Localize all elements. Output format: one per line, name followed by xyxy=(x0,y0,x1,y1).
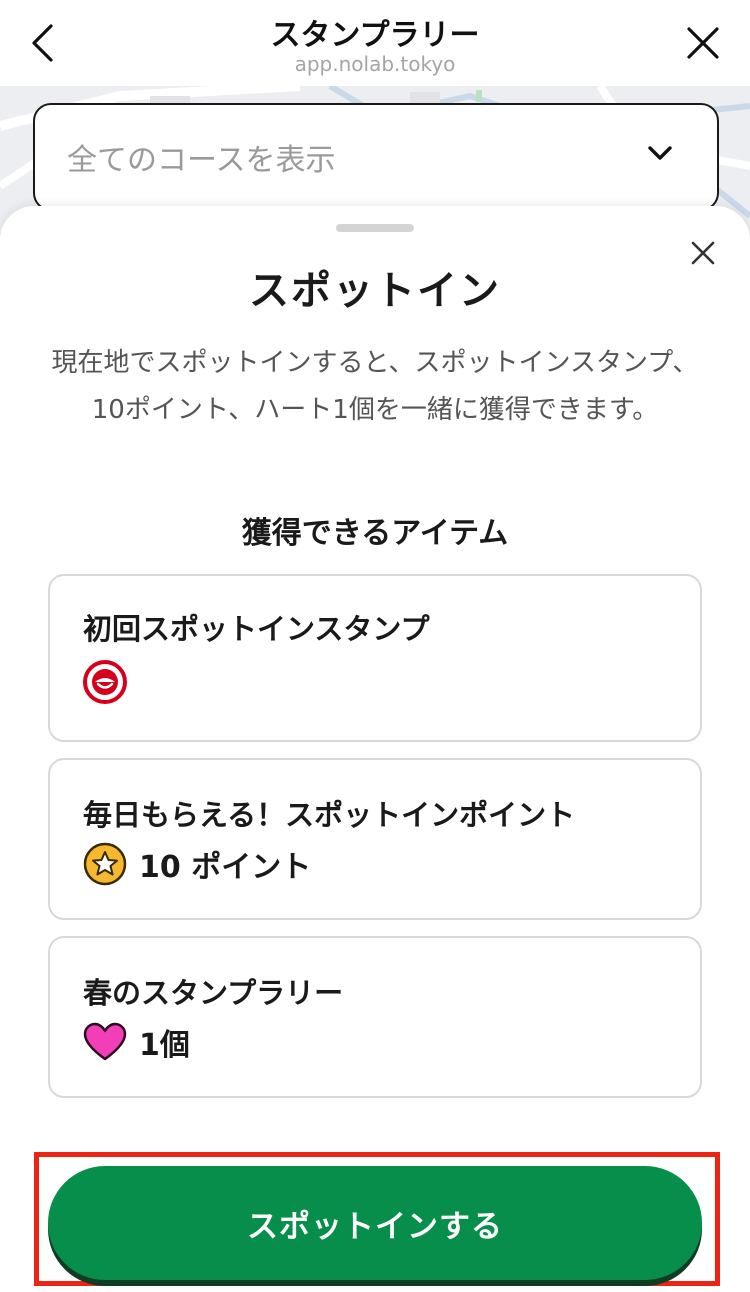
reward-item-title: 初回スポットインスタンプ xyxy=(83,612,430,646)
close-button[interactable] xyxy=(678,18,728,68)
heart-icon xyxy=(83,1022,127,1061)
sheet-grabber[interactable] xyxy=(336,224,414,232)
items-heading: 獲得できるアイテム xyxy=(241,516,509,551)
spot-in-sheet: スポットイン 現在地でスポットインすると、スポットインスタンプ、10ポイント、ハ… xyxy=(0,206,750,1292)
stamp-icon xyxy=(83,660,127,704)
close-icon xyxy=(687,27,719,59)
page: スタンプラリー app.nolab.tokyo 全てのコースを表示 スポットイン… xyxy=(0,0,750,1292)
page-title: スタンプラリー xyxy=(270,18,480,53)
browser-header: スタンプラリー app.nolab.tokyo xyxy=(0,0,750,86)
reward-item-title: 春のスタンプラリー xyxy=(83,976,344,1010)
page-url: app.nolab.tokyo xyxy=(294,52,456,76)
chevron-down-icon xyxy=(648,146,672,160)
sheet-description: 現在地でスポットインすると、スポットインスタンプ、10ポイント、ハート1個を一緒… xyxy=(51,348,699,425)
star-coin-icon xyxy=(83,842,127,886)
reward-item-reward xyxy=(83,660,139,704)
spot-in-button[interactable]: スポットインする xyxy=(48,1166,702,1280)
reward-item-reward: 10 ポイント xyxy=(83,842,311,886)
reward-item-value: 10 ポイント xyxy=(139,850,312,885)
sheet-title: スポットイン xyxy=(249,268,501,314)
reward-item-reward: 1個 xyxy=(83,1020,190,1064)
course-select-placeholder: 全てのコースを表示 xyxy=(67,143,336,178)
reward-item-value: 1個 xyxy=(139,1028,190,1063)
reward-item-title: 毎日もらえる！スポットインポイント xyxy=(83,798,576,832)
reward-item-card: 初回スポットインスタンプ xyxy=(48,574,702,742)
course-select[interactable]: 全てのコースを表示 xyxy=(33,103,719,211)
spot-in-button-label: スポットインする xyxy=(247,1208,503,1245)
reward-item-card: 春のスタンプラリー 1個 xyxy=(48,936,702,1098)
reward-item-card: 毎日もらえる！スポットインポイント 10 ポイント xyxy=(48,758,702,920)
